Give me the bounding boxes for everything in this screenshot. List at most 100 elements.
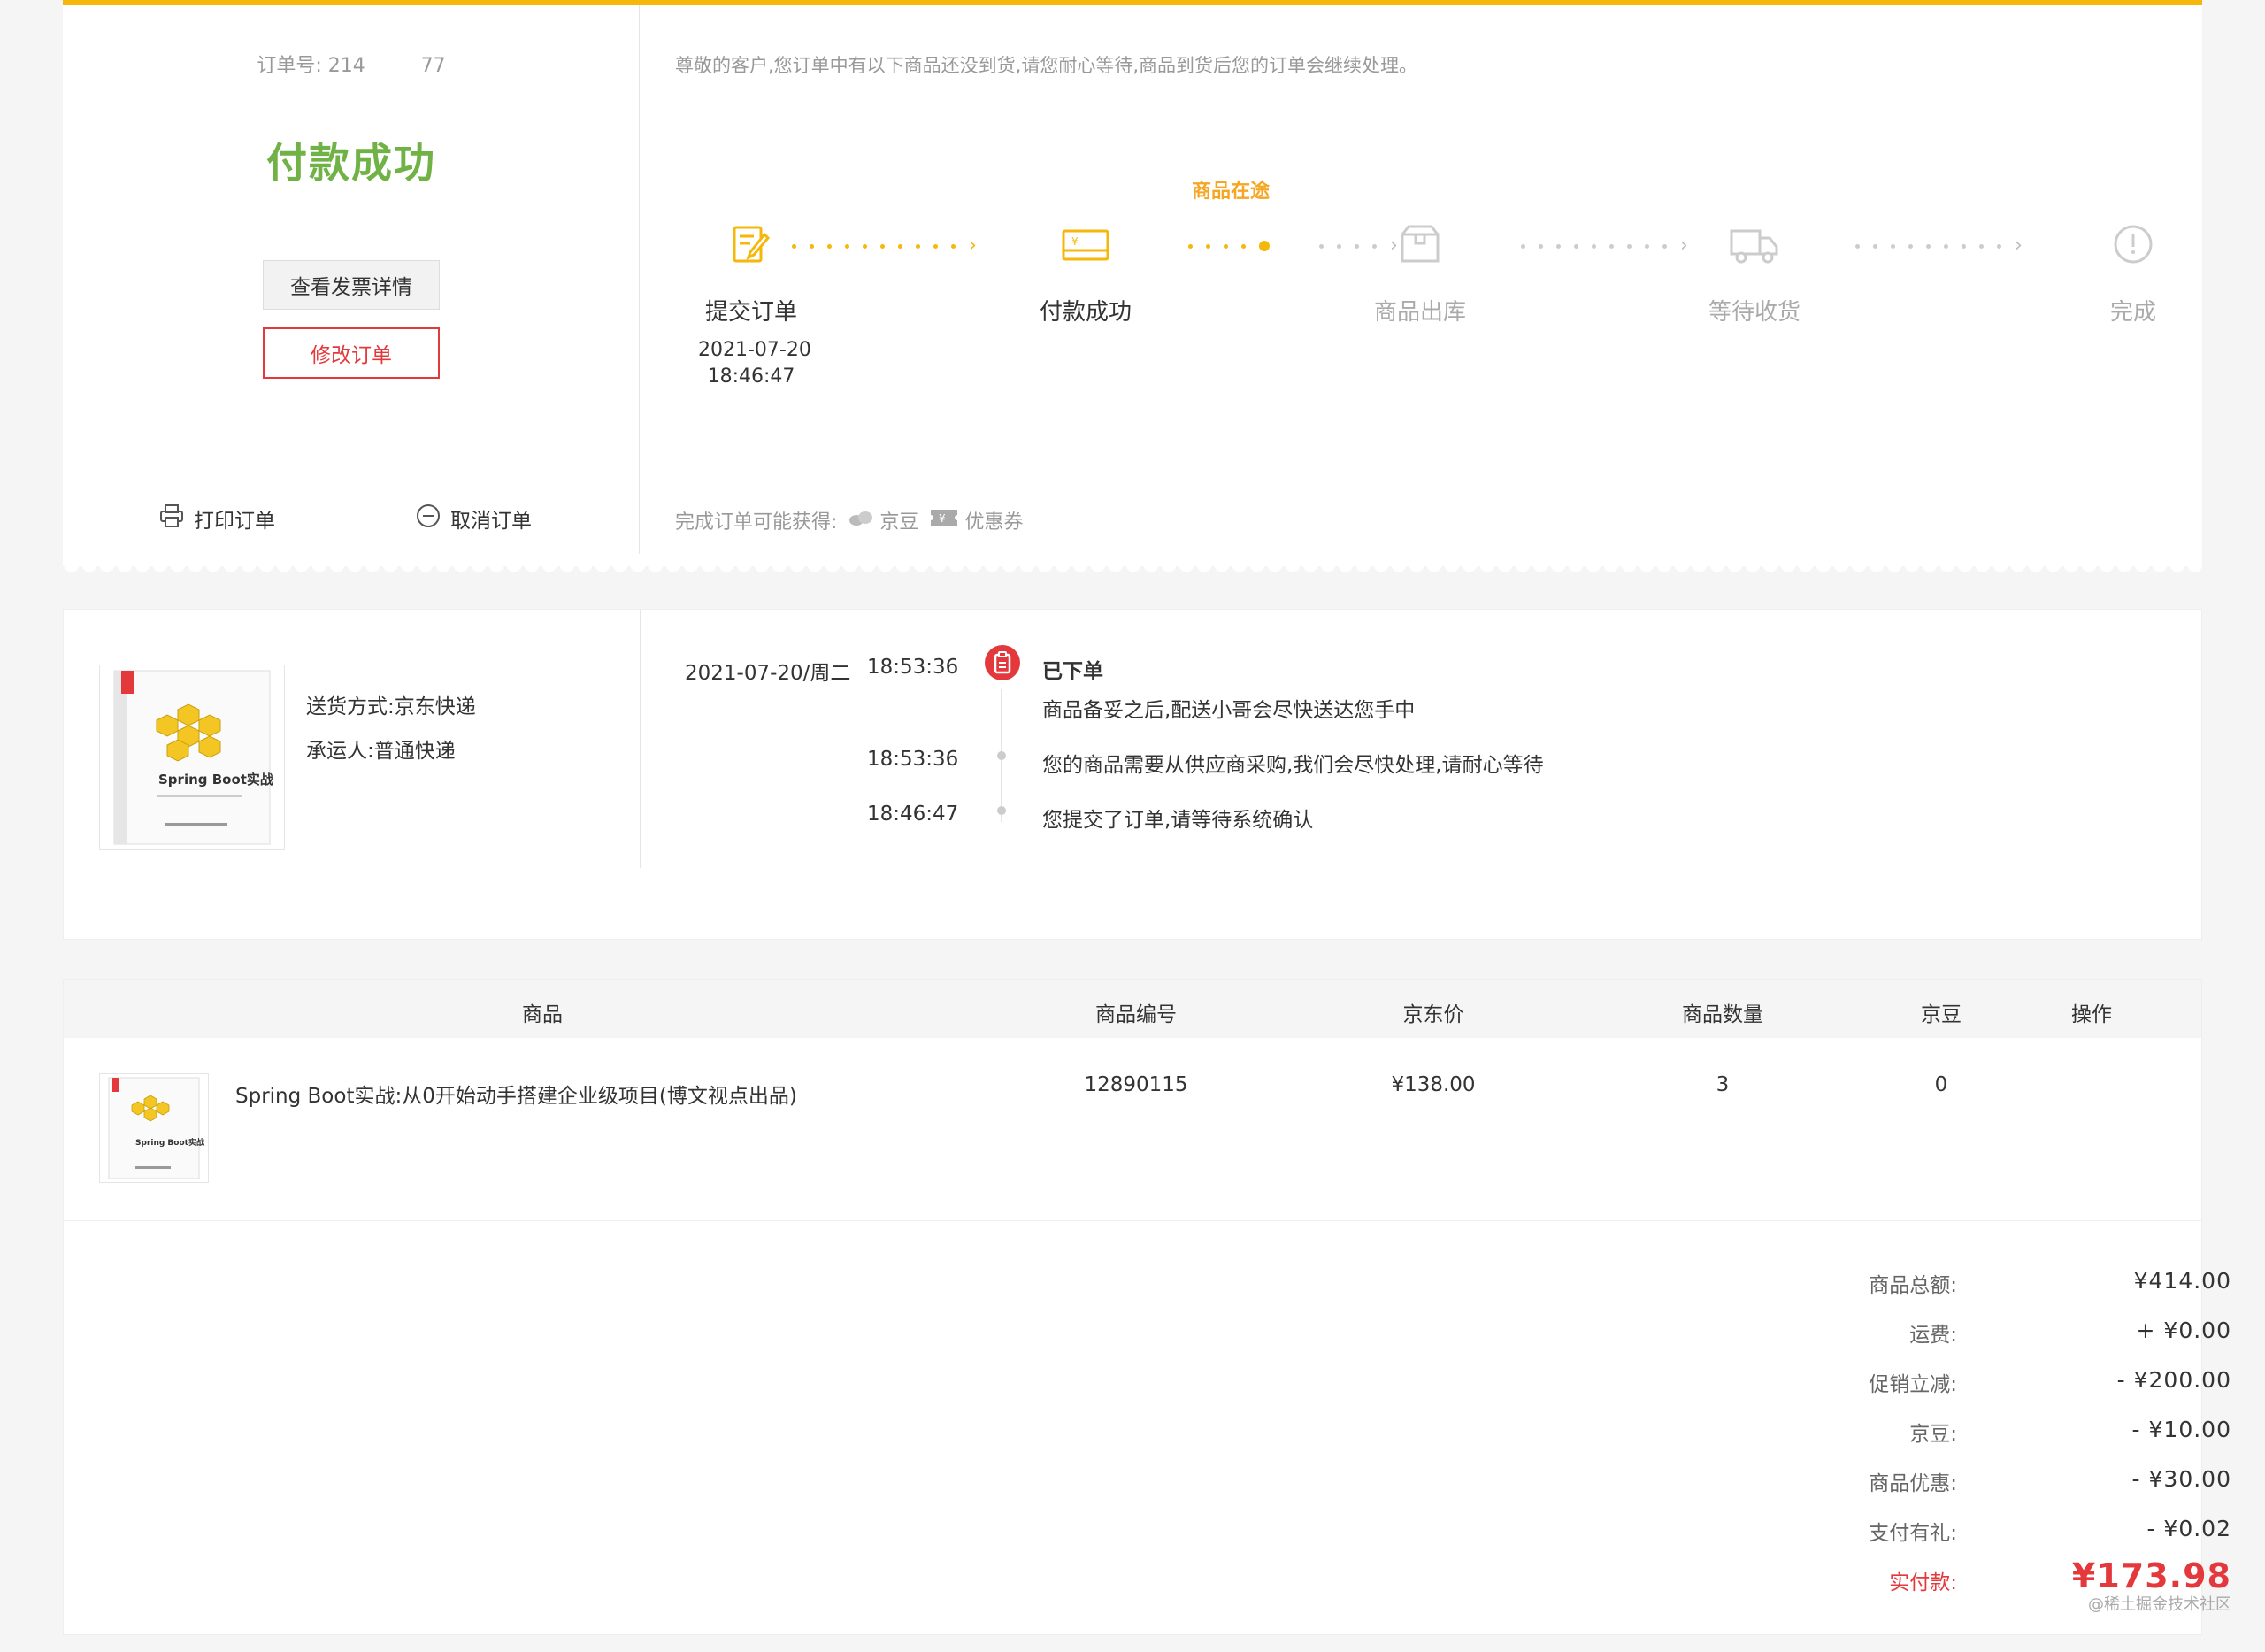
print-order-label: 打印订单 bbox=[194, 510, 275, 533]
summary-label: 商品优惠: bbox=[1869, 1472, 1957, 1495]
summary-value: - ¥30.00 bbox=[2131, 1466, 2231, 1492]
progress-connector: › bbox=[1521, 236, 1688, 256]
summary-payment-gift: 支付有礼: - ¥0.02 bbox=[1789, 1516, 2231, 1551]
coupon-icon: ¥ bbox=[929, 507, 959, 534]
progress-connector bbox=[1188, 241, 1283, 251]
order-status-card: 订单号: 214 77 付款成功 查看发票详情 修改订单 打印订单 取消订单 尊… bbox=[63, 0, 2202, 575]
order-number: 订单号: 214 77 bbox=[63, 50, 640, 78]
header-price: 京东价 bbox=[1402, 1003, 1464, 1026]
summary-goods-total: 商品总额: ¥414.00 bbox=[1789, 1268, 2231, 1303]
step-label: 提交订单 bbox=[704, 299, 797, 326]
shipment-tracking-card: Spring Boot实战 送货方式:京东快递 承运人:普通快递 2021-07… bbox=[63, 609, 2202, 940]
header-product: 商品 bbox=[522, 1003, 563, 1026]
rewards-info: 完成订单可能获得: 京豆 ¥ 优惠券 bbox=[675, 506, 1023, 534]
summary-label: 促销立减: bbox=[1869, 1373, 1957, 1396]
summary-value: + ¥0.00 bbox=[2136, 1318, 2231, 1343]
step-date: 2021-07-20 bbox=[698, 339, 811, 361]
reward-coupon: ¥ 优惠券 bbox=[929, 506, 1023, 534]
step-payment-success: ¥ 付款成功 bbox=[1033, 218, 1139, 327]
view-invoice-button[interactable]: 查看发票详情 bbox=[263, 260, 440, 310]
summary-label: 商品总额: bbox=[1869, 1274, 1957, 1297]
step-complete: 完成 bbox=[2080, 218, 2186, 327]
step-submit-order: 提交订单 2021-07-20 18:46:47 bbox=[698, 218, 811, 390]
reward-beans-label: 京豆 bbox=[879, 511, 919, 534]
step-outbound: 商品出库 bbox=[1367, 218, 1473, 327]
order-summary-panel: 订单号: 214 77 付款成功 查看发票详情 修改订单 打印订单 取消订单 bbox=[63, 5, 640, 554]
order-items-card: 商品 商品编号 京东价 商品数量 京豆 操作 Spring Boot实战 Spr… bbox=[63, 979, 2230, 1635]
cancel-order-link[interactable]: 取消订单 bbox=[415, 503, 532, 534]
step-label: 付款成功 bbox=[1039, 299, 1132, 326]
delivery-method: 送货方式:京东快递 bbox=[306, 695, 476, 718]
summary-value: - ¥200.00 bbox=[2116, 1367, 2231, 1393]
reward-coupon-label: 优惠券 bbox=[964, 511, 1024, 534]
header-beans: 京豆 bbox=[1921, 1003, 1962, 1026]
product-name-link[interactable]: Spring Boot实战:从0开始动手搭建企业级项目(博文视点出品) bbox=[235, 1079, 797, 1109]
tracking-time: 18:53:36 bbox=[867, 656, 959, 679]
progress-connector: › bbox=[1855, 236, 2023, 256]
summary-value: ¥414.00 bbox=[2133, 1268, 2231, 1294]
tracking-text: 您的商品需要从供应商采购,我们会尽快处理,请耐心等待 bbox=[1042, 754, 1544, 777]
product-beans: 0 bbox=[1934, 1073, 1948, 1096]
payment-status: 付款成功 bbox=[266, 139, 436, 187]
book-cover-title: Spring Boot实战 bbox=[158, 772, 273, 788]
summary-promotion: 促销立减: - ¥200.00 bbox=[1789, 1367, 2231, 1402]
edit-order-icon bbox=[725, 218, 778, 271]
product-quantity: 3 bbox=[1716, 1073, 1730, 1096]
summary-beans: 京豆: - ¥10.00 bbox=[1789, 1417, 2231, 1452]
cancel-order-label: 取消订单 bbox=[450, 510, 532, 533]
header-sku: 商品编号 bbox=[1095, 1003, 1177, 1026]
tracking-time: 18:53:36 bbox=[867, 748, 959, 771]
header-action: 操作 bbox=[2071, 1003, 2112, 1026]
row-divider bbox=[64, 1220, 2201, 1221]
order-number-label: 订单号: bbox=[257, 55, 322, 77]
summary-value: - ¥0.02 bbox=[2146, 1516, 2231, 1541]
printer-icon bbox=[158, 503, 185, 534]
product-image[interactable]: Spring Boot实战 bbox=[99, 1073, 209, 1183]
svg-text:¥: ¥ bbox=[1071, 235, 1079, 248]
shipment-info-panel: Spring Boot实战 送货方式:京东快递 承运人:普通快递 bbox=[64, 610, 641, 868]
finish-icon bbox=[2107, 218, 2160, 271]
carrier-info: 承运人:普通快递 bbox=[306, 740, 456, 763]
tracking-date: 2021-07-20/周二 bbox=[685, 662, 851, 685]
progress-connector: › bbox=[792, 236, 977, 256]
step-awaiting-delivery: 等待收货 bbox=[1701, 218, 1808, 327]
order-number-value: 214 77 bbox=[327, 55, 446, 77]
book-cover-title: Spring Boot实战 bbox=[135, 1137, 204, 1148]
payment-card-icon: ¥ bbox=[1059, 218, 1112, 271]
step-label: 等待收货 bbox=[1708, 299, 1800, 326]
tracking-text: 您提交了订单,请等待系统确认 bbox=[1042, 809, 1314, 832]
reward-beans: 京豆 bbox=[848, 506, 918, 534]
table-header: 商品 商品编号 京东价 商品数量 京豆 操作 bbox=[64, 980, 2201, 1038]
header-quantity: 商品数量 bbox=[1682, 1003, 1763, 1026]
summary-shipping: 运费: + ¥0.00 bbox=[1789, 1318, 2231, 1353]
summary-value: - ¥10.00 bbox=[2131, 1417, 2231, 1442]
amount-paid-value: ¥173.98 bbox=[2071, 1556, 2231, 1595]
tracking-text: 商品备妥之后,配送小哥会尽快送达您手中 bbox=[1042, 699, 1416, 722]
card-zigzag-edge bbox=[63, 565, 2202, 575]
minus-circle-icon bbox=[415, 503, 441, 534]
in-transit-label: 商品在途 bbox=[1192, 181, 1271, 203]
timeline-dot bbox=[997, 806, 1006, 815]
rewards-label: 完成订单可能获得: bbox=[675, 511, 838, 534]
print-order-link[interactable]: 打印订单 bbox=[158, 503, 275, 534]
stock-notice: 尊敬的客户,您订单中有以下商品还没到货,请您耐心等待,商品到货后您的订单会继续处… bbox=[675, 55, 1418, 76]
product-sku: 12890115 bbox=[1084, 1073, 1188, 1096]
bean-icon bbox=[848, 507, 874, 534]
summary-label: 京豆: bbox=[1909, 1423, 1957, 1446]
summary-label: 实付款: bbox=[1889, 1571, 1957, 1594]
step-label: 完成 bbox=[2109, 299, 2156, 326]
tracking-time: 18:46:47 bbox=[867, 803, 959, 826]
package-icon bbox=[1394, 218, 1447, 271]
watermark: @稀土掘金技术社区 bbox=[2088, 1595, 2231, 1614]
tracking-status-title: 已下单 bbox=[1042, 660, 1103, 683]
book-cover-image[interactable]: Spring Boot实战 bbox=[99, 665, 285, 850]
step-label: 商品出库 bbox=[1373, 299, 1466, 326]
order-placed-icon bbox=[985, 645, 1020, 680]
svg-text:¥: ¥ bbox=[939, 512, 946, 525]
step-time: 18:46:47 bbox=[707, 365, 795, 388]
product-price: ¥138.00 bbox=[1391, 1073, 1476, 1096]
timeline-dot bbox=[997, 751, 1006, 760]
summary-label: 支付有礼: bbox=[1869, 1522, 1957, 1545]
summary-discount: 商品优惠: - ¥30.00 bbox=[1789, 1466, 2231, 1502]
modify-order-button[interactable]: 修改订单 bbox=[263, 327, 440, 379]
